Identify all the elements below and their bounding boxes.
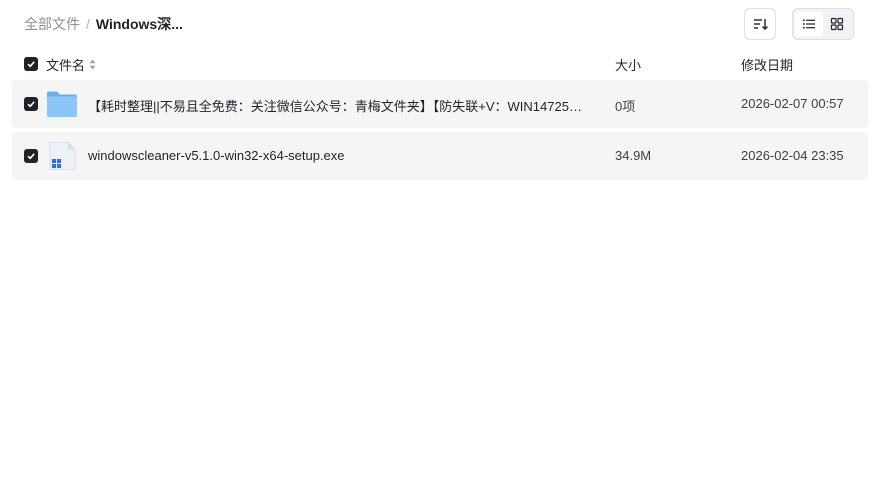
breadcrumb-root-link[interactable]: 全部文件 xyxy=(24,14,80,34)
file-name: 【耗时整理||不易且全免费：关注微信公众号：青梅文件夹】【防失联+V：WIN14… xyxy=(88,99,588,114)
file-name: windowscleaner-v5.1.0-win32-x64-setup.ex… xyxy=(88,148,345,163)
name-header-label: 文件名 xyxy=(46,57,86,73)
row-checkbox[interactable] xyxy=(24,97,38,111)
grid-view-icon xyxy=(830,17,844,31)
name-column-header[interactable]: 文件名 xyxy=(46,55,96,74)
list-view-icon xyxy=(803,19,815,29)
file-modified-date: 2026-02-04 23:35 xyxy=(741,148,844,163)
row-checkbox[interactable] xyxy=(24,149,38,163)
checkmark-icon xyxy=(27,101,35,108)
checkmark-icon xyxy=(27,61,35,68)
file-modified-date: 2026-02-07 00:57 xyxy=(741,96,844,111)
list-view-button[interactable] xyxy=(795,11,823,37)
file-size: 0项 xyxy=(615,99,636,114)
grid-view-button[interactable] xyxy=(823,11,851,37)
checkmark-icon xyxy=(27,153,35,160)
breadcrumb-separator: / xyxy=(86,16,90,32)
select-all-checkbox[interactable] xyxy=(24,57,38,71)
folder-icon xyxy=(46,90,78,118)
view-toggle xyxy=(792,8,854,40)
table-header: 文件名 大小 修改日期 xyxy=(12,52,868,76)
table-row[interactable]: windowscleaner-v5.1.0-win32-x64-setup.ex… xyxy=(12,132,868,180)
sort-caret-icon xyxy=(89,59,96,70)
modified-column-header[interactable]: 修改日期 xyxy=(741,55,793,74)
sort-button[interactable] xyxy=(744,8,776,40)
table-row[interactable]: 【耗时整理||不易且全免费：关注微信公众号：青梅文件夹】【防失联+V：WIN14… xyxy=(12,80,868,128)
sort-icon xyxy=(754,19,768,30)
file-size: 34.9M xyxy=(615,148,652,163)
exe-file-icon xyxy=(46,142,78,170)
breadcrumb-current-folder: Windows深... xyxy=(95,16,183,32)
breadcrumb: 全部文件 / Windows深... xyxy=(24,15,183,33)
size-column-header[interactable]: 大小 xyxy=(615,55,641,74)
